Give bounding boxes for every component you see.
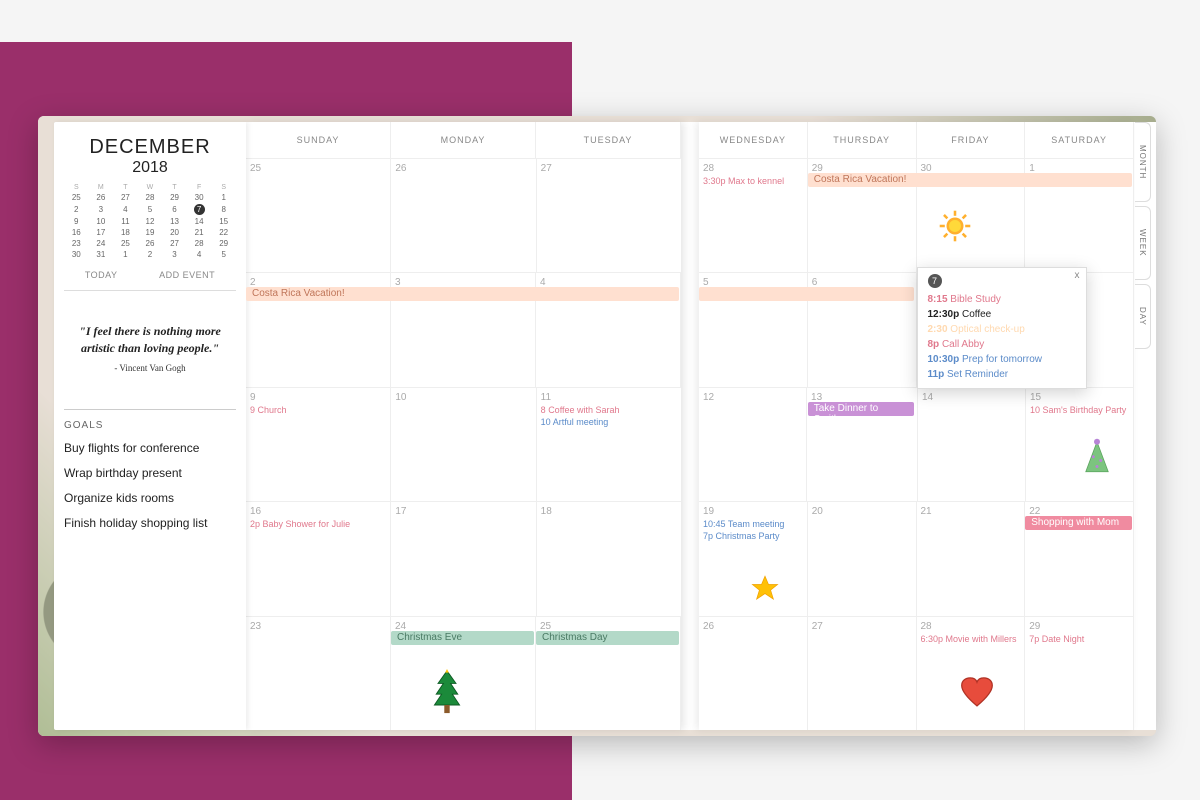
popup-event[interactable]: 12:30p Coffee (928, 307, 1076, 322)
event[interactable]: 10 Artful meeting (541, 417, 677, 427)
event-banner[interactable]: Christmas Eve (391, 631, 534, 645)
event[interactable]: 7p Date Night (1029, 634, 1129, 644)
day-cell[interactable]: 14 (918, 388, 1026, 501)
event[interactable]: 7p Christmas Party (703, 531, 803, 541)
day-header: MONDAY (391, 122, 536, 158)
event[interactable]: 3:30p Max to kennel (703, 176, 803, 186)
day-cell[interactable]: 23 (246, 617, 391, 730)
popup-event[interactable]: 8:15 Bible Study (928, 292, 1076, 307)
heart-sticker-icon[interactable] (960, 677, 994, 707)
popup-event[interactable]: 11p Set Reminder (928, 367, 1076, 382)
day-cell[interactable]: 18 (537, 502, 681, 615)
day-cell[interactable]: 12 (699, 388, 807, 501)
event[interactable]: 10:45 Team meeting (703, 519, 803, 529)
tab-week[interactable]: WEEK (1135, 206, 1151, 280)
day-cell[interactable]: 26 (391, 159, 536, 272)
day-header: FRIDAY (917, 122, 1026, 158)
day-header: TUESDAY (536, 122, 681, 158)
day-cell[interactable]: 27 (537, 159, 681, 272)
calendar-right-page: WEDNESDAYTHURSDAYFRIDAYSATURDAY 283:30p … (699, 122, 1134, 730)
day-cell[interactable]: 17 (391, 502, 536, 615)
party-hat-sticker-icon[interactable] (1082, 438, 1112, 476)
event[interactable]: 2p Baby Shower for Julie (250, 519, 386, 529)
event-banner[interactable]: Take Dinner to Smiths (808, 402, 915, 416)
popup-event[interactable]: 8p Call Abby (928, 337, 1076, 352)
day-cell[interactable]: 26 (699, 617, 808, 730)
day-header: SATURDAY (1025, 122, 1134, 158)
day-cell[interactable]: 10 (391, 388, 536, 501)
sidebar: DECEMBER 2018 SMTWTFS 252627282930123456… (54, 122, 246, 730)
event-banner[interactable]: Christmas Day (536, 631, 679, 645)
today-button[interactable]: TODAY (85, 270, 118, 280)
tab-day[interactable]: DAY (1135, 284, 1151, 349)
goal-item[interactable]: Buy flights for conference (64, 441, 236, 456)
event-banner[interactable]: Costa Rica Vacation! (246, 287, 679, 301)
event[interactable]: 6:30p Movie with Millers (921, 634, 1021, 644)
event[interactable]: 9 Church (250, 405, 386, 415)
day-cell[interactable]: 21 (917, 502, 1026, 615)
day-header: THURSDAY (808, 122, 917, 158)
star-sticker-icon[interactable] (751, 574, 779, 602)
month-year: 2018 (64, 159, 236, 177)
mini-calendar[interactable]: SMTWTFS 25262728293012345678910111213141… (64, 183, 236, 260)
day-cell[interactable]: 286:30p Movie with Millers (917, 617, 1026, 730)
calendar-left-page: SUNDAYMONDAYTUESDAY 252627234Costa Rica … (246, 122, 681, 730)
day-cell[interactable]: 1510 Sam's Birthday Party (1026, 388, 1134, 501)
event-popup[interactable]: x78:15 Bible Study12:30p Coffee2:30 Opti… (917, 267, 1087, 389)
goals-title: GOALS (64, 420, 236, 431)
tree-sticker-icon[interactable] (429, 669, 465, 717)
day-cell[interactable]: 297p Date Night (1025, 617, 1134, 730)
goal-item[interactable]: Finish holiday shopping list (64, 516, 236, 531)
quote-author: - Vincent Van Gogh (72, 363, 228, 373)
day-header: WEDNESDAY (699, 122, 808, 158)
day-cell[interactable]: 25 (246, 159, 391, 272)
day-cell[interactable]: 162p Baby Shower for Julie (246, 502, 391, 615)
day-cell[interactable]: 27 (808, 617, 917, 730)
popup-event[interactable]: 2:30 Optical check-up (928, 322, 1076, 337)
quote-text: "I feel there is nothing more artistic t… (72, 323, 228, 357)
day-header: SUNDAY (246, 122, 391, 158)
popup-event[interactable]: 10:30p Prep for tomorrow (928, 352, 1076, 367)
tab-month[interactable]: MONTH (1135, 122, 1151, 202)
month-title: DECEMBER (64, 136, 236, 159)
day-cell[interactable]: 20 (808, 502, 917, 615)
add-event-button[interactable]: ADD EVENT (159, 270, 215, 280)
event[interactable]: 10 Sam's Birthday Party (1030, 405, 1129, 415)
goal-item[interactable]: Organize kids rooms (64, 491, 236, 506)
event-banner[interactable]: Costa Rica Vacation! (808, 173, 1132, 187)
event-banner[interactable]: Shopping with Mom (1025, 516, 1132, 530)
goal-item[interactable]: Wrap birthday present (64, 466, 236, 481)
event[interactable]: 8 Coffee with Sarah (541, 405, 677, 415)
close-icon[interactable]: x (1075, 270, 1080, 281)
sun-sticker-icon[interactable] (938, 209, 972, 243)
event-banner[interactable] (699, 287, 914, 301)
day-cell[interactable]: 118 Coffee with Sarah10 Artful meeting (537, 388, 681, 501)
day-cell[interactable]: 99 Church (246, 388, 391, 501)
day-cell[interactable]: 283:30p Max to kennel (699, 159, 808, 272)
